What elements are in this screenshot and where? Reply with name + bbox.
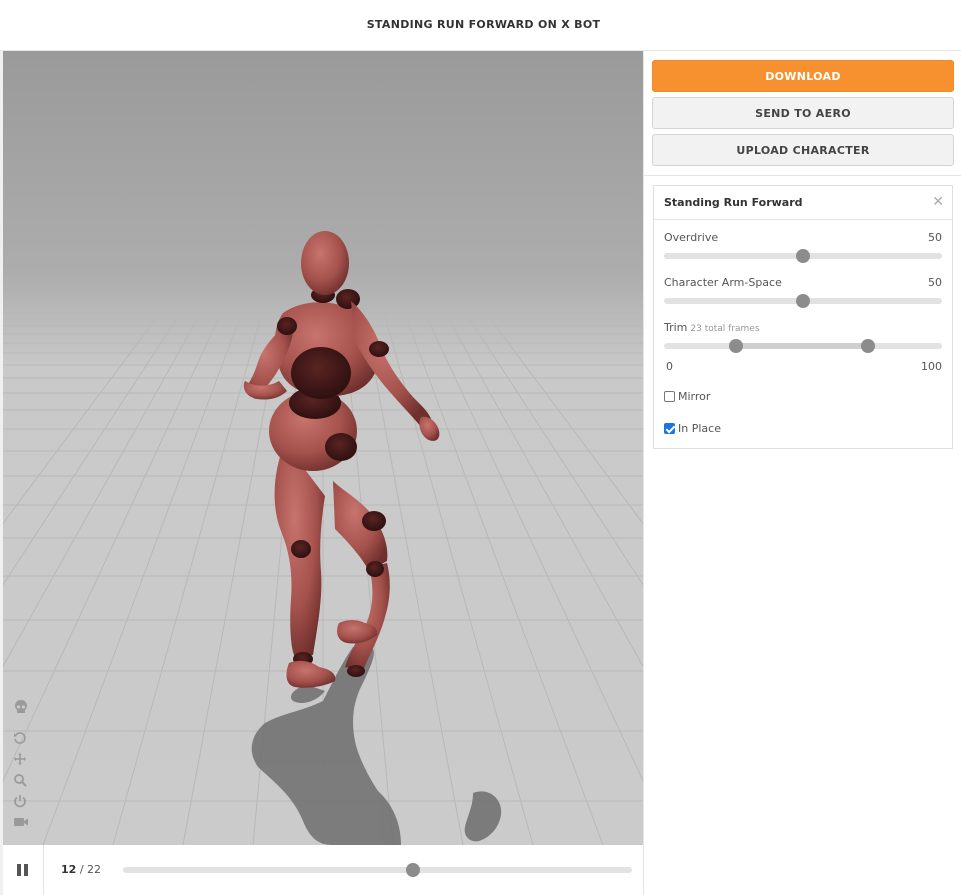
pause-icon <box>17 864 21 876</box>
power-icon[interactable] <box>13 794 33 810</box>
overdrive-label: Overdrive <box>664 231 719 244</box>
arm-space-value: 50 <box>928 276 942 289</box>
divider <box>644 175 961 176</box>
total-frames: 22 <box>87 863 102 876</box>
overdrive-value: 50 <box>928 231 942 244</box>
panel-title: Standing Run Forward <box>664 196 803 209</box>
right-panel: DOWNLOAD SEND TO AERO UPLOAD CHARACTER S… <box>643 51 961 895</box>
mirror-checkbox[interactable] <box>664 391 675 402</box>
scene-graphic <box>3 231 643 845</box>
upload-character-button[interactable]: UPLOAD CHARACTER <box>652 134 954 166</box>
header-bar: STANDING RUN FORWARD ON X BOT <box>0 0 961 51</box>
pause-button[interactable] <box>3 845 44 895</box>
send-to-aero-button[interactable]: SEND TO AERO <box>652 97 954 129</box>
timeline-knob[interactable] <box>406 863 421 877</box>
character-model <box>243 231 440 688</box>
trim-end-knob[interactable] <box>861 339 876 353</box>
arm-space-knob[interactable] <box>796 294 810 308</box>
page-title: STANDING RUN FORWARD ON X BOT <box>366 18 601 31</box>
rotate-icon[interactable] <box>13 731 33 747</box>
panel-header: Standing Run Forward ✕ <box>654 186 952 220</box>
trim-range-fill <box>736 343 869 349</box>
trim-label: Trim 23 total frames <box>664 321 760 334</box>
close-icon[interactable]: ✕ <box>932 186 944 219</box>
trim-min-label: 0 <box>666 360 673 373</box>
camera-icon[interactable] <box>13 815 33 831</box>
overdrive-knob[interactable] <box>796 249 810 263</box>
overdrive-slider[interactable] <box>664 249 942 263</box>
trim-max-label: 100 <box>921 360 942 373</box>
download-button[interactable]: DOWNLOAD <box>652 60 954 92</box>
arm-space-label: Character Arm-Space <box>664 276 782 289</box>
arm-space-slider[interactable] <box>664 294 942 308</box>
animation-settings-panel: Standing Run Forward ✕ Overdrive 50 Char… <box>653 185 953 449</box>
playback-bar: 12 / 22 <box>3 845 643 895</box>
3d-viewport[interactable] <box>3 51 643 845</box>
mirror-option[interactable]: Mirror <box>664 390 710 406</box>
zoom-icon[interactable] <box>13 773 33 789</box>
in-place-checkbox[interactable] <box>664 423 675 434</box>
move-icon[interactable] <box>13 752 33 768</box>
trim-slider[interactable] <box>664 339 942 353</box>
skull-icon[interactable] <box>13 699 33 715</box>
trim-frame-note: 23 total frames <box>690 324 760 334</box>
trim-start-knob[interactable] <box>729 339 744 353</box>
frame-counter: 12 / 22 <box>61 863 102 876</box>
in-place-option[interactable]: In Place <box>664 422 721 438</box>
current-frame: 12 <box>61 863 77 876</box>
timeline-slider[interactable] <box>123 863 632 877</box>
